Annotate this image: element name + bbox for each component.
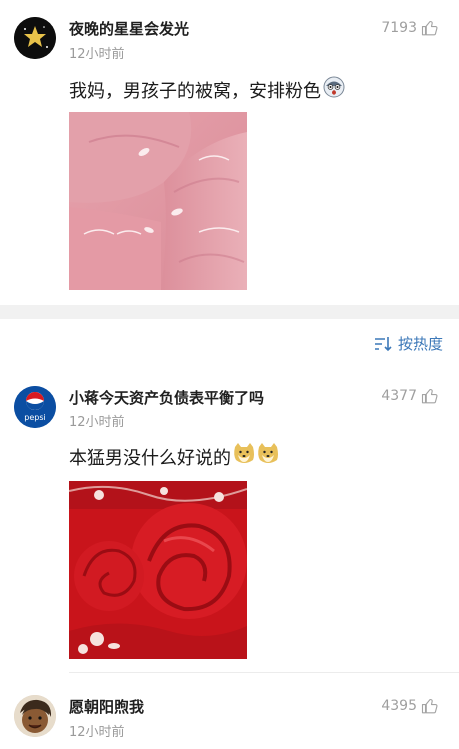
sort-by-popularity-button[interactable]: 按热度 — [374, 333, 443, 354]
comment-body: 我妈，男孩子的被窝，安排粉色 — [69, 80, 321, 102]
like-count: 4395 — [381, 698, 417, 714]
thumbs-up-icon — [421, 20, 438, 36]
thumbs-up-icon — [421, 388, 438, 404]
cartoon-face-avatar-icon — [14, 695, 56, 737]
avatar[interactable] — [14, 17, 56, 59]
timestamp: 12小时前 — [69, 725, 125, 740]
comment-body: 本猛男没什么好说的 — [69, 447, 231, 469]
star-avatar-icon — [14, 17, 56, 59]
avatar[interactable]: pepsi — [14, 386, 56, 428]
shocked-face-emoji-icon — [323, 76, 345, 103]
like-count: 4377 — [381, 388, 417, 404]
sort-icon — [374, 336, 392, 351]
like-count: 7193 — [381, 20, 417, 36]
comment-text: 我妈，男孩子的被窝，安排粉色 — [69, 76, 345, 103]
divider — [69, 672, 459, 673]
sort-label: 按热度 — [397, 335, 443, 353]
pepsi-text: pepsi — [24, 413, 45, 422]
username[interactable]: 小蒋今天资产负债表平衡了吗 — [69, 387, 264, 408]
comment-feed: 夜晚的星星会发光 12小时前 7193 我妈，男孩子的被窝，安排粉色 按热度 p… — [0, 0, 459, 749]
username[interactable]: 夜晚的星星会发光 — [69, 18, 189, 39]
section-divider — [0, 305, 459, 319]
comment-item: pepsi 小蒋今天资产负债表平衡了吗 12小时前 4377 本猛男没什么好说的 — [0, 370, 459, 675]
pepsi-logo-avatar-icon: pepsi — [14, 386, 56, 428]
timestamp: 12小时前 — [69, 415, 125, 430]
like-button[interactable]: 4395 — [381, 697, 439, 715]
red-rose-bedding-photo[interactable] — [69, 481, 247, 659]
pink-bedding-photo[interactable] — [69, 112, 247, 290]
comment-item: 愿朝阳煦我 12小时前 4395 — [0, 675, 459, 749]
avatar[interactable] — [14, 695, 56, 737]
thumbs-up-icon — [421, 698, 438, 714]
doge-emoji-icon — [233, 442, 279, 471]
comment-item: 夜晚的星星会发光 12小时前 7193 我妈，男孩子的被窝，安排粉色 — [0, 0, 459, 305]
like-button[interactable]: 7193 — [381, 19, 439, 37]
timestamp: 12小时前 — [69, 47, 125, 62]
like-button[interactable]: 4377 — [381, 387, 439, 405]
username[interactable]: 愿朝阳煦我 — [69, 696, 144, 717]
comment-text: 本猛男没什么好说的 — [69, 442, 279, 471]
